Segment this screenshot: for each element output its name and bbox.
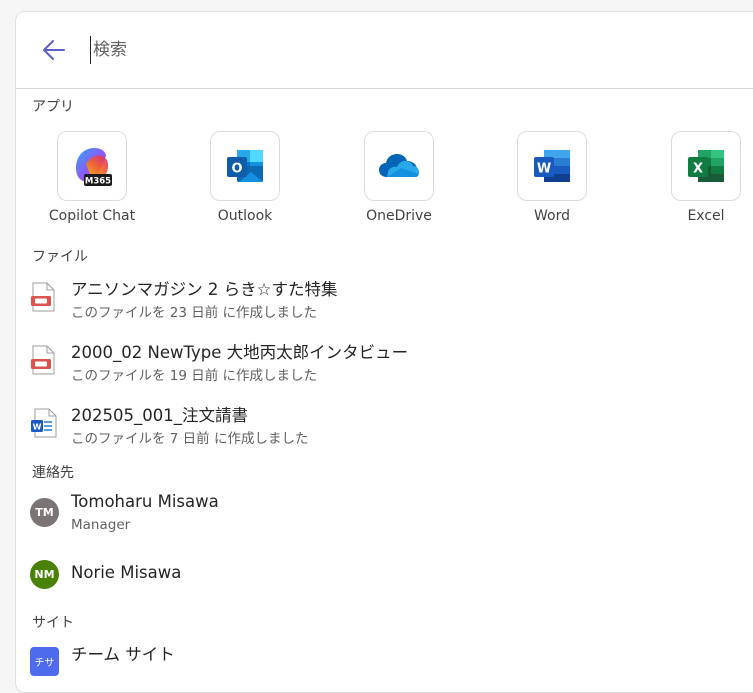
site-name: チーム サイト [71,645,175,664]
arrow-left-icon [43,40,65,60]
word-file-icon: W [31,408,57,438]
app-tile-excel[interactable]: X Excel [656,131,753,224]
copilot-m365-icon: M365 [76,148,112,187]
app-name: Excel [687,208,725,224]
app-tile-onedrive[interactable]: OneDrive [349,131,449,224]
app-icon-box: M365 [57,131,127,201]
app-icon-box: W [517,131,587,201]
contact-role: Manager [71,517,131,533]
section-label-files: ファイル [32,249,88,265]
word-icon: W [534,150,570,182]
app-tile-word[interactable]: W Word [502,131,602,224]
contact-result-row[interactable]: NM Norie Misawa [16,557,753,597]
contact-result-row[interactable]: TM Tomoharu Misawa Manager [16,490,753,546]
svg-text:W: W [537,162,551,177]
app-name: OneDrive [366,208,432,224]
section-label-sites: サイト [32,615,74,631]
site-result-row[interactable]: チサ チーム サイト [16,640,753,680]
file-result-row[interactable]: W 202505_001_注文請書 このファイルを 7 日前 に作成しました [16,400,753,456]
excel-icon: X [688,150,724,182]
site-icon: チサ [30,647,59,676]
file-subtitle: このファイルを 7 日前 に作成しました [71,431,309,447]
file-subtitle: このファイルを 19 日前 に作成しました [71,368,318,384]
svg-text:O: O [231,162,242,177]
app-name: Outlook [217,208,273,224]
search-input[interactable] [90,36,693,64]
outlook-icon: O [227,150,263,182]
app-icon-box: X [671,131,741,201]
pdf-file-icon [31,345,55,375]
avatar: NM [30,560,59,589]
back-button[interactable] [40,36,68,64]
search-panel: アプリ M365 [15,11,753,693]
app-tile-copilot-chat[interactable]: M365 Copilot Chat [42,131,142,224]
file-title: 202505_001_注文請書 [71,406,248,425]
app-name: Copilot Chat [48,208,136,224]
section-label-apps: アプリ [32,99,74,115]
file-result-row[interactable]: 2000_02 NewType 大地丙太郎インタビュー このファイルを 19 日… [16,337,753,393]
file-result-row[interactable]: アニソンマガジン 2 らき☆すた特集 このファイルを 23 日前 に作成しました [16,274,753,330]
svg-text:X: X [693,162,703,177]
app-tile-outlook[interactable]: O Outlook [195,131,295,224]
file-title: アニソンマガジン 2 らき☆すた特集 [71,280,338,299]
section-label-contacts: 連絡先 [32,465,74,481]
app-name: Word [534,208,570,224]
onedrive-icon [379,154,419,177]
m365-badge-text: M365 [85,177,111,187]
contact-name: Norie Misawa [71,563,182,582]
file-title: 2000_02 NewType 大地丙太郎インタビュー [71,343,409,362]
svg-text:W: W [33,423,42,432]
app-icon-box: O [210,131,280,201]
pdf-file-icon [31,282,55,312]
file-subtitle: このファイルを 23 日前 に作成しました [71,305,318,321]
app-icon-box [364,131,434,201]
contact-name: Tomoharu Misawa [71,492,219,511]
search-bar [16,12,753,89]
avatar: TM [30,498,59,527]
